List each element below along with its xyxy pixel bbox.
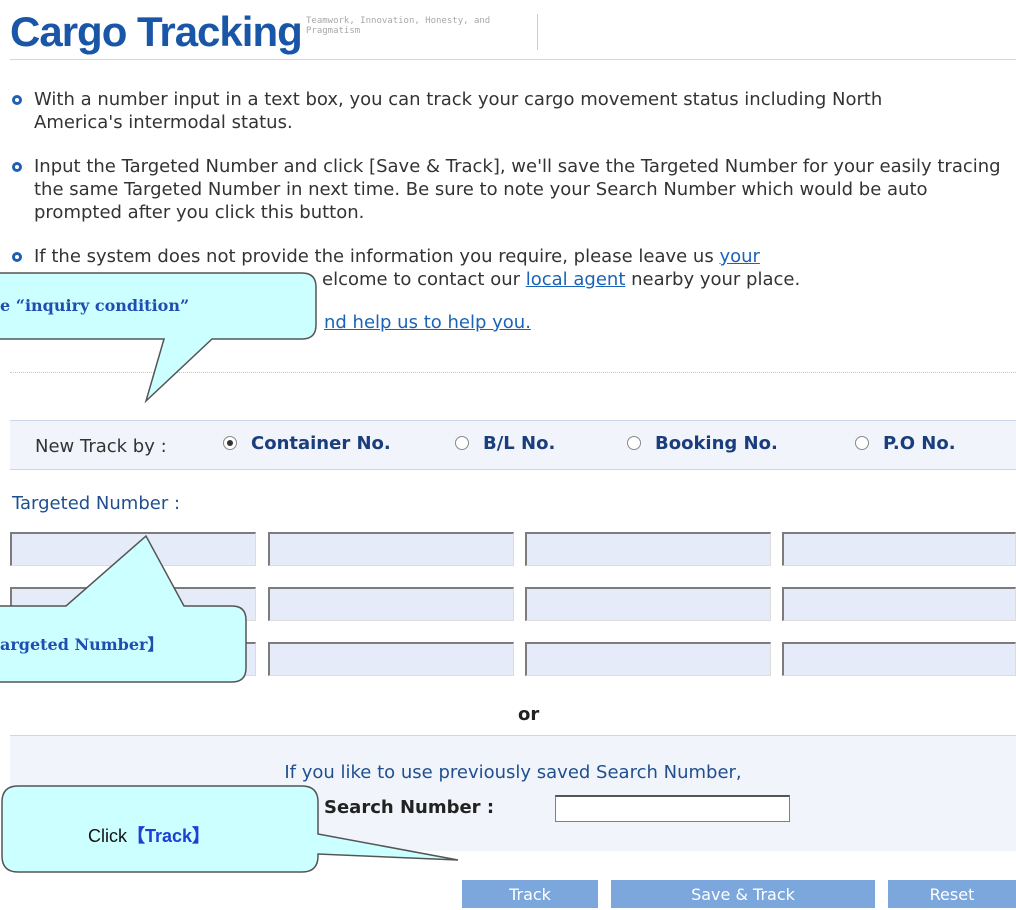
radio-option-label: Booking No. [655, 433, 778, 454]
logo-divider [537, 14, 538, 50]
click-track-callout-text: Click【Track】 [88, 822, 210, 848]
track-button[interactable]: Track [462, 880, 598, 908]
bullet-icon [12, 162, 22, 172]
local-agent-link[interactable]: local agent [526, 269, 626, 290]
track-by-label: New Track by : [35, 436, 167, 457]
instruction-text: With a number input in a text box, you c… [34, 89, 883, 133]
radio-container-no[interactable]: Container No. [223, 433, 391, 454]
bullet-icon [12, 95, 22, 105]
targeted-number-input-4[interactable] [782, 532, 1016, 566]
radio-icon[interactable] [627, 436, 641, 450]
radio-icon[interactable] [855, 436, 869, 450]
inquiry-callout [0, 272, 317, 404]
instruction-item: With a number input in a text box, you c… [12, 88, 1016, 134]
instruction-text: If the system does not provide the infor… [34, 246, 720, 267]
search-number-input[interactable] [555, 795, 790, 822]
targeted-number-label: Targeted Number : [12, 493, 181, 514]
logo-tagline: Teamwork, Innovation, Honesty, and Pragm… [306, 16, 491, 36]
targeted-number-input-2[interactable] [268, 532, 514, 566]
header-divider [10, 59, 1016, 60]
radio-selected-icon[interactable] [223, 436, 237, 450]
targeted-number-input-10[interactable] [268, 642, 514, 676]
inquiry-callout-text: e “inquiry condition” [0, 296, 190, 315]
radio-po-no[interactable]: P.O No. [855, 433, 956, 454]
targeted-number-input-12[interactable] [782, 642, 1016, 676]
radio-option-label: P.O No. [883, 433, 956, 454]
instruction-text: elcome to contact our [322, 269, 526, 290]
or-separator: or [518, 704, 540, 725]
instruction-item: Input the Targeted Number and click [Sav… [12, 155, 1016, 224]
instruction-text: nearby your place. [625, 269, 801, 290]
targeted-number-input-11[interactable] [525, 642, 771, 676]
page-title: Cargo Tracking [10, 8, 303, 55]
click-prefix: Click [88, 826, 127, 846]
your-message-link[interactable]: your [719, 246, 759, 267]
bullet-icon [12, 252, 22, 262]
radio-bl-no[interactable]: B/L No. [455, 433, 555, 454]
radio-option-label: Container No. [251, 433, 391, 454]
radio-option-label: B/L No. [483, 433, 556, 454]
reset-button[interactable]: Reset [888, 880, 1016, 908]
instruction-text: Input the Targeted Number and click [Sav… [34, 156, 1001, 223]
help-link[interactable]: nd help us to help you. [324, 312, 531, 333]
instruction-continuation: elcome to contact our local agent nearby… [322, 268, 1012, 291]
targeted-number-input-8[interactable] [782, 587, 1016, 621]
targeted-number-input-7[interactable] [525, 587, 771, 621]
radio-icon[interactable] [455, 436, 469, 450]
targeted-callout [0, 534, 247, 683]
save-track-button[interactable]: Save & Track [611, 880, 875, 908]
radio-booking-no[interactable]: Booking No. [627, 433, 778, 454]
targeted-callout-text: argeted Number】 [0, 635, 164, 654]
targeted-number-input-3[interactable] [525, 532, 771, 566]
targeted-number-input-6[interactable] [268, 587, 514, 621]
click-track-highlight: 【Track】 [127, 826, 211, 846]
instruction-continuation: nd help us to help you. [324, 311, 824, 334]
click-track-callout [1, 785, 459, 873]
